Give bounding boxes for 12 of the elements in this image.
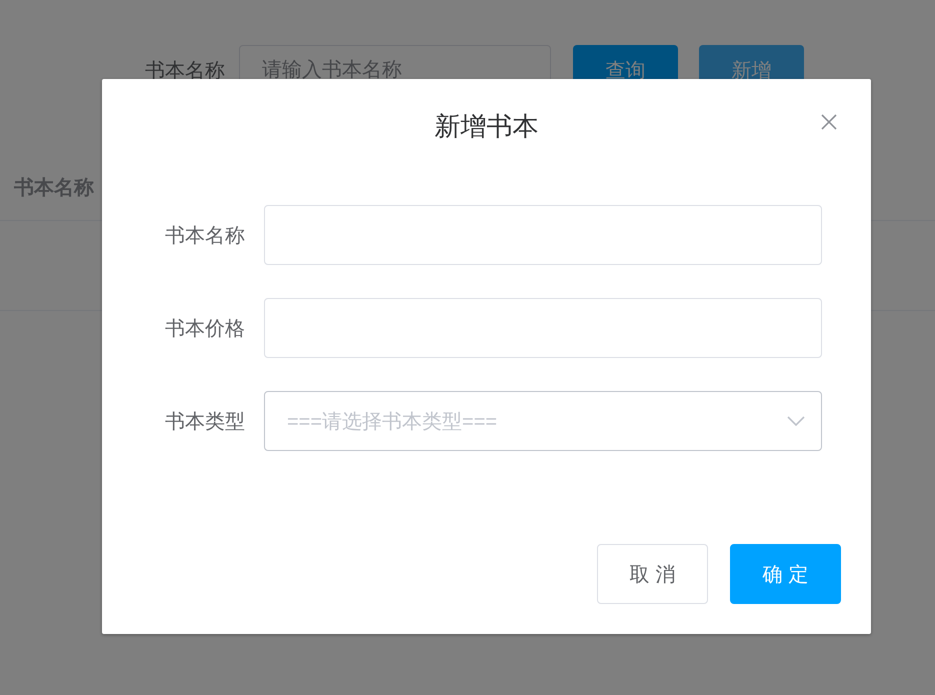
type-select[interactable]: ===请选择书本类型=== [264, 391, 822, 451]
input-field[interactable] [264, 205, 822, 265]
field-label: 书本名称 [164, 224, 246, 248]
field-label: 书本名称 [145, 58, 225, 84]
close-icon[interactable] [821, 114, 837, 130]
field-label: 书本价格 [164, 316, 246, 342]
cancel-button[interactable]: 取 消 [597, 544, 708, 604]
input-field[interactable] [264, 298, 822, 358]
chevron-down-icon [787, 416, 805, 426]
field-label: 书本类型 [164, 410, 246, 434]
dialog-title: 新增书本 [434, 110, 538, 142]
confirm-button[interactable]: 确 定 [730, 544, 841, 604]
